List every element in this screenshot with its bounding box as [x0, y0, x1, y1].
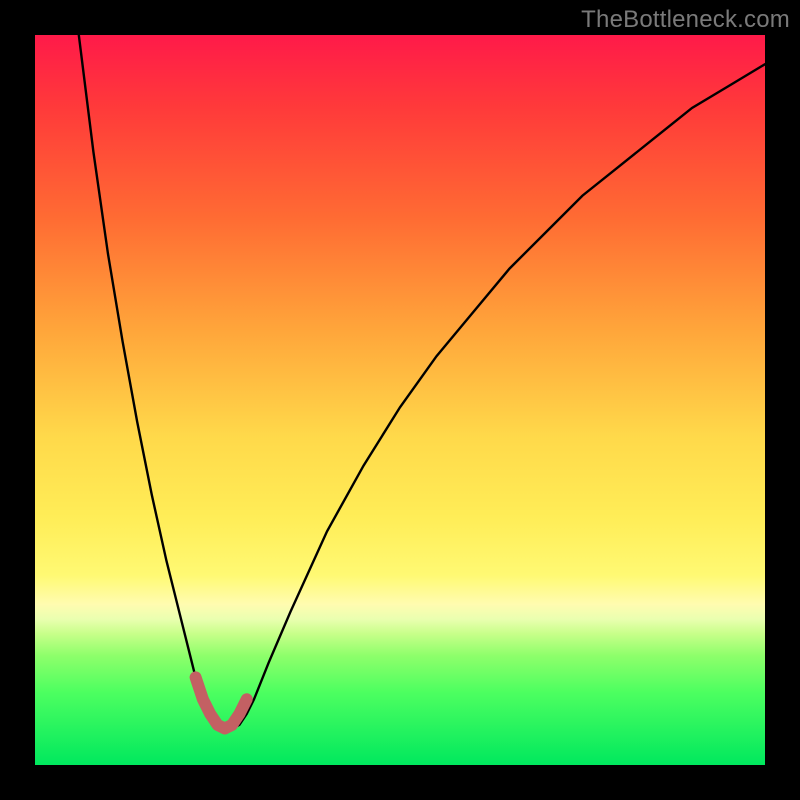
chart-frame: TheBottleneck.com	[0, 0, 800, 800]
plot-area	[35, 35, 765, 765]
dip-highlight-line	[196, 677, 247, 728]
watermark-text: TheBottleneck.com	[581, 6, 790, 34]
bottleneck-curve-line	[79, 35, 765, 729]
chart-svg	[35, 35, 765, 765]
